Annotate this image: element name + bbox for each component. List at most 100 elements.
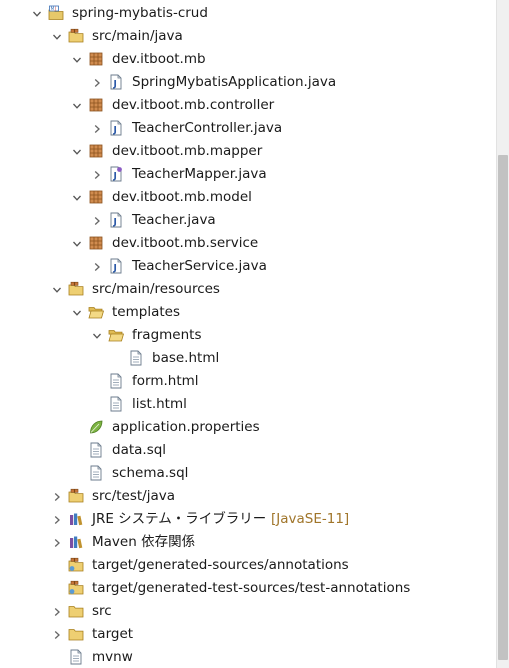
package-icon	[88, 97, 104, 113]
tree-item-maven[interactable]: Maven 依存関係	[0, 531, 496, 554]
tree-item-label: TeacherController.java	[132, 120, 283, 136]
source-folder-icon	[68, 281, 84, 297]
tree-item-jre[interactable]: JRE システム・ライブラリー [JavaSE-11]	[0, 508, 496, 531]
tree-item-spring-mybatis-crud[interactable]: M J spring-mybatis-crud	[0, 2, 496, 25]
chevron-right-icon[interactable]	[50, 600, 64, 623]
tree-item-label: src/test/java	[92, 488, 176, 504]
tree-item-label: templates	[112, 304, 180, 320]
tree-item-src-test-java[interactable]: src/test/java	[0, 485, 496, 508]
java-interface-file-icon: J	[108, 166, 124, 182]
tree-item-label: dev.itboot.mb.controller	[112, 97, 275, 113]
tree-item-label: TeacherMapper.java	[132, 166, 267, 182]
tree-item-label: Maven 依存関係	[92, 534, 196, 550]
tree-item-target[interactable]: target	[0, 623, 496, 646]
tree-item-data-sql[interactable]: data.sql	[0, 439, 496, 462]
text-file-icon	[128, 350, 144, 366]
tree-item-teachercontroller-java[interactable]: J TeacherController.java	[0, 117, 496, 140]
tree-item-templates[interactable]: templates	[0, 301, 496, 324]
tree-item-form-html[interactable]: form.html	[0, 370, 496, 393]
chevron-down-icon[interactable]	[70, 301, 84, 324]
chevron-right-icon[interactable]	[90, 209, 104, 232]
tree-item-label: src	[92, 603, 112, 619]
chevron-right-icon[interactable]	[50, 508, 64, 531]
chevron-down-icon[interactable]	[70, 232, 84, 255]
tree-item-dev-itboot-mb[interactable]: dev.itboot.mb	[0, 48, 496, 71]
tree-item-label: target/generated-test-sources/test-annot…	[92, 580, 411, 596]
svg-text:J: J	[113, 264, 117, 274]
tree-item-label: spring-mybatis-crud	[72, 5, 208, 21]
tree-item-teacher-java[interactable]: J Teacher.java	[0, 209, 496, 232]
tree-item-label: form.html	[132, 373, 199, 389]
tree-item-mvnw[interactable]: mvnw	[0, 646, 496, 668]
folder-icon	[68, 603, 84, 619]
open-folder-icon	[108, 327, 124, 343]
tree-item-label: fragments	[132, 327, 202, 343]
tree-item-src[interactable]: src	[0, 600, 496, 623]
tree-item-label: dev.itboot.mb.model	[112, 189, 252, 205]
text-file-icon	[88, 465, 104, 481]
text-file-icon	[108, 373, 124, 389]
scrollbar-thumb[interactable]	[498, 155, 508, 660]
tree-item-list-html[interactable]: list.html	[0, 393, 496, 416]
java-file-icon: J	[108, 74, 124, 90]
tree-item-base-html[interactable]: base.html	[0, 347, 496, 370]
tree-item-teacherservice-java[interactable]: J TeacherService.java	[0, 255, 496, 278]
chevron-down-icon[interactable]	[50, 278, 64, 301]
tree-item-target-generated-test-sources-test-annotations[interactable]: target/generated-test-sources/test-annot…	[0, 577, 496, 600]
chevron-down-icon[interactable]	[30, 2, 44, 25]
tree-item-dev-itboot-mb-controller[interactable]: dev.itboot.mb.controller	[0, 94, 496, 117]
tree-item-target-generated-sources-annotations[interactable]: target/generated-sources/annotations	[0, 554, 496, 577]
tree-item-label: Teacher.java	[132, 212, 216, 228]
chevron-right-icon[interactable]	[50, 531, 64, 554]
svg-text:J: J	[113, 172, 117, 182]
tree-item-src-main-resources[interactable]: src/main/resources	[0, 278, 496, 301]
chevron-down-icon[interactable]	[90, 324, 104, 347]
tree-item-application-properties[interactable]: application.properties	[0, 416, 496, 439]
chevron-right-icon[interactable]	[90, 71, 104, 94]
tree-item-label: SpringMybatisApplication.java	[132, 74, 337, 90]
text-file-icon	[108, 396, 124, 412]
tree-item-dev-itboot-mb-mapper[interactable]: dev.itboot.mb.mapper	[0, 140, 496, 163]
chevron-down-icon[interactable]	[70, 140, 84, 163]
tree-item-label: mvnw	[92, 649, 133, 665]
generated-source-folder-icon	[68, 580, 84, 596]
folder-icon	[68, 626, 84, 642]
chevron-down-icon[interactable]	[70, 94, 84, 117]
chevron-right-icon[interactable]	[90, 163, 104, 186]
tree-item-decoration: [JavaSE-11]	[271, 511, 350, 527]
spring-leaf-icon	[88, 419, 104, 435]
tree-item-src-main-java[interactable]: src/main/java	[0, 25, 496, 48]
chevron-down-icon[interactable]	[70, 186, 84, 209]
chevron-down-icon[interactable]	[50, 25, 64, 48]
java-file-icon: J	[108, 120, 124, 136]
tree-item-label: src/main/resources	[92, 281, 220, 297]
text-file-icon	[88, 442, 104, 458]
vertical-scrollbar[interactable]	[496, 0, 509, 668]
tree-item-fragments[interactable]: fragments	[0, 324, 496, 347]
chevron-down-icon[interactable]	[70, 48, 84, 71]
tree-item-schema-sql[interactable]: schema.sql	[0, 462, 496, 485]
package-icon	[88, 235, 104, 251]
svg-text:J: J	[113, 218, 117, 228]
tree-item-label: TeacherService.java	[132, 258, 267, 274]
project-explorer-tree: M J spring-mybatis-crud src/main/java dev.it…	[0, 2, 496, 668]
source-folder-icon	[68, 488, 84, 504]
chevron-right-icon[interactable]	[50, 623, 64, 646]
tree-item-dev-itboot-mb-service[interactable]: dev.itboot.mb.service	[0, 232, 496, 255]
chevron-right-icon[interactable]	[90, 117, 104, 140]
svg-text:J: J	[113, 80, 117, 90]
tree-item-teachermapper-java[interactable]: J TeacherMapper.java	[0, 163, 496, 186]
tree-item-label: src/main/java	[92, 28, 183, 44]
chevron-right-icon[interactable]	[90, 255, 104, 278]
svg-text:J: J	[54, 6, 56, 11]
text-file-icon	[68, 649, 84, 665]
tree-item-dev-itboot-mb-model[interactable]: dev.itboot.mb.model	[0, 186, 496, 209]
chevron-right-icon[interactable]	[50, 485, 64, 508]
maven-project-icon: MJ	[48, 5, 64, 21]
package-icon	[88, 189, 104, 205]
tree-item-springmybatisapplication-java[interactable]: J SpringMybatisApplication.java	[0, 71, 496, 94]
library-icon	[68, 511, 84, 527]
tree-item-label: base.html	[152, 350, 220, 366]
java-file-icon: J	[108, 212, 124, 228]
tree-item-label: dev.itboot.mb	[112, 51, 206, 67]
